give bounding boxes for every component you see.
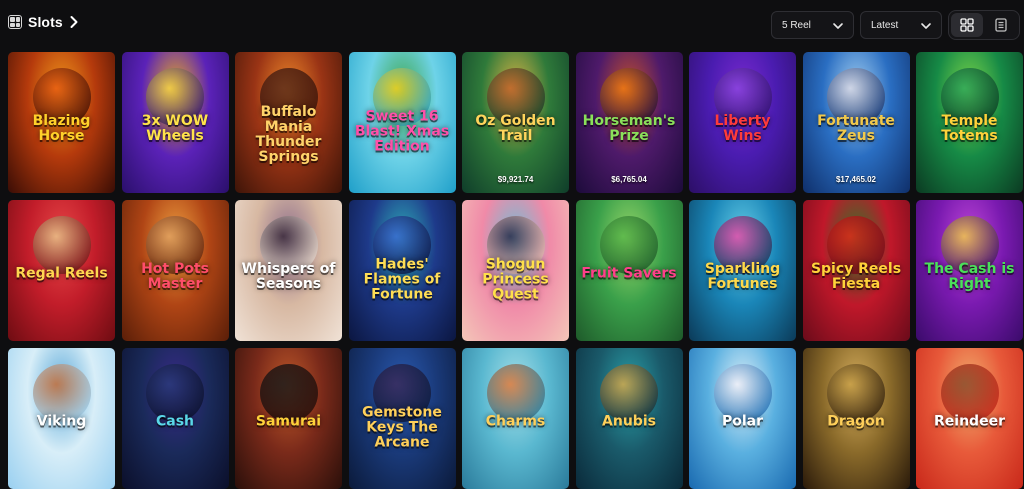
game-title: Hot Pots Master	[141, 260, 209, 292]
game-tile[interactable]: Dragon	[802, 348, 910, 489]
game-title: Liberty Wins	[714, 112, 771, 144]
game-title: Polar	[721, 413, 764, 429]
game-tile[interactable]: Sparkling Fortunes	[689, 200, 796, 341]
game-title: Hades' Flames of Fortune	[363, 256, 441, 302]
game-title: Spicy Reels Fiesta	[810, 260, 902, 292]
chevron-right-icon	[70, 16, 78, 28]
game-title: Samurai	[255, 413, 322, 429]
game-tile[interactable]: Spicy Reels Fiesta	[802, 200, 910, 341]
game-title: Dragon	[827, 413, 885, 429]
game-tile[interactable]: Anubis	[575, 348, 683, 489]
game-tile[interactable]: Shogun Princess Quest	[462, 200, 569, 341]
breadcrumb-slots[interactable]: Slots	[28, 14, 79, 30]
game-title: Sparkling Fortunes	[704, 260, 781, 292]
game-title: Regal Reels	[15, 265, 108, 281]
games-grid: Blazing Horse 3x WOW Wheels Buffalo Mania …	[8, 52, 1023, 489]
game-title: Cash	[155, 413, 195, 429]
game-tile[interactable]: Sweet 16 Blast! Xmas Edition	[348, 52, 456, 193]
game-tile[interactable]: Regal Reels	[8, 200, 115, 341]
sort-select[interactable]: Latest	[860, 11, 942, 39]
game-tile[interactable]: Viking	[8, 348, 115, 489]
game-tile[interactable]: Gemstone Keys The Arcane	[348, 348, 456, 489]
game-tile[interactable]: Samurai	[235, 348, 342, 489]
game-title: Fruit Savers	[581, 265, 677, 281]
jackpot-amount: $17,465.02	[835, 175, 877, 184]
game-tile[interactable]: Oz Golden Trail $9,921.74	[462, 52, 569, 193]
game-title: Blazing Horse	[32, 112, 91, 144]
jackpot-amount: $9,921.74	[497, 175, 534, 184]
game-title: 3x WOW Wheels	[141, 112, 209, 144]
game-title: Charms	[485, 413, 546, 429]
game-tile[interactable]: Charms	[462, 348, 569, 489]
sort-value: Latest	[871, 19, 899, 31]
game-title: Anubis	[602, 413, 656, 429]
slots-logo-icon	[8, 15, 22, 29]
game-title: Whispers of Seasons	[241, 260, 336, 292]
game-tile[interactable]: Fortunate Zeus $17,465.02	[802, 52, 910, 193]
game-tile[interactable]: Blazing Horse	[8, 52, 115, 193]
game-tile[interactable]: Fruit Savers	[575, 200, 683, 341]
page-header: Slots 5 Reel Latest	[0, 0, 1024, 48]
game-title: Horseman's Prize	[582, 112, 676, 144]
game-tile[interactable]: Horseman's Prize $6,765.04	[575, 52, 683, 193]
game-title: Viking	[36, 413, 87, 429]
game-title: The Cash is Right	[924, 260, 1015, 292]
game-title: Reindeer	[934, 413, 1005, 429]
grid-view-icon	[960, 18, 974, 32]
game-title: Shogun Princess Quest	[482, 256, 549, 302]
game-tile[interactable]: Liberty Wins	[689, 52, 796, 193]
game-tile[interactable]: Hades' Flames of Fortune	[348, 200, 456, 341]
reel-filter-select[interactable]: 5 Reel	[771, 11, 854, 39]
game-title: Temple Totems	[941, 112, 998, 144]
chevron-down-icon	[921, 23, 931, 29]
game-tile[interactable]: The Cash is Right	[916, 200, 1023, 341]
page-title: Slots	[28, 14, 63, 30]
game-tile[interactable]: Whispers of Seasons	[235, 200, 342, 341]
game-tile[interactable]: 3x WOW Wheels	[121, 52, 229, 193]
view-toggle	[948, 10, 1020, 40]
game-title: Gemstone Keys The Arcane	[362, 404, 442, 450]
chevron-down-icon	[833, 23, 843, 29]
list-view-button[interactable]	[985, 13, 1017, 37]
game-tile[interactable]: Reindeer	[916, 348, 1023, 489]
game-title: Fortunate Zeus	[817, 112, 895, 144]
game-title: Oz Golden Trail	[475, 112, 556, 144]
jackpot-amount: $6,765.04	[611, 175, 647, 184]
game-tile[interactable]: Hot Pots Master	[121, 200, 229, 341]
game-title: Buffalo Mania Thunder Springs	[255, 103, 322, 165]
grid-view-button[interactable]	[951, 13, 983, 37]
reel-filter-value: 5 Reel	[782, 19, 811, 31]
game-title: Sweet 16 Blast! Xmas Edition	[354, 108, 450, 154]
game-tile[interactable]: Buffalo Mania Thunder Springs	[235, 52, 342, 193]
game-tile[interactable]: Temple Totems	[916, 52, 1023, 193]
game-tile[interactable]: Cash	[121, 348, 229, 489]
list-view-icon	[995, 18, 1007, 32]
game-tile[interactable]: Polar	[689, 348, 796, 489]
